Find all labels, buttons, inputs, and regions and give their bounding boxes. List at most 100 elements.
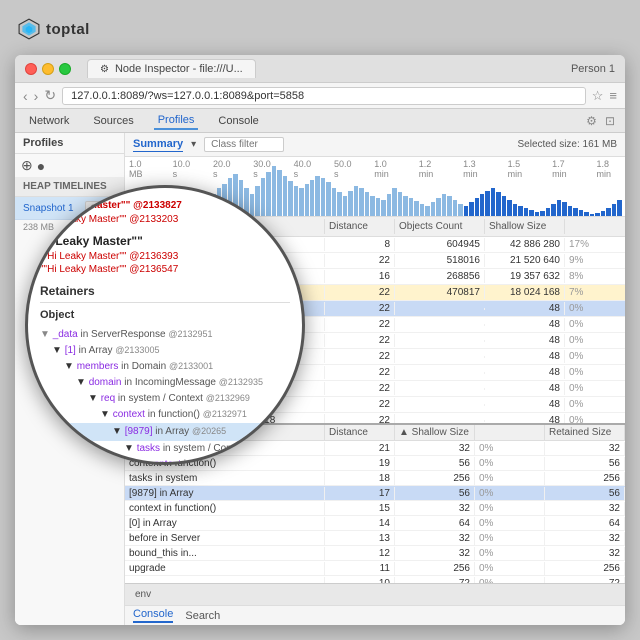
reload-button[interactable]: ↻	[44, 87, 56, 104]
timeline-size-label: 1.0 MB	[129, 159, 153, 179]
timeline-bar-40	[348, 191, 352, 216]
forward-button[interactable]: ›	[34, 88, 39, 104]
timeline-bar-42	[359, 188, 363, 216]
magnifier-overlay: "Hi Leaky Master"" @2133827 ""Hi Leaky M…	[25, 185, 305, 465]
bth-distance[interactable]: Distance	[325, 425, 395, 440]
timeline-bar-88	[612, 204, 616, 216]
nav-sources[interactable]: Sources	[89, 113, 137, 129]
timeline-bar-71	[518, 206, 522, 216]
bottom-row[interactable]: [9879] in Array 17 56 0% 56 0%	[125, 486, 625, 501]
bottom-row[interactable]: bound_this in... 12 32 0% 32 0%	[125, 546, 625, 561]
devtools-nav: Network Sources Profiles Console ⚙ ⊡	[15, 109, 625, 133]
timeline-bar-82	[579, 210, 583, 216]
dropdown-arrow-icon[interactable]: ▾	[191, 139, 196, 150]
timeline-bar-26	[272, 166, 276, 216]
timeline-bar-33	[310, 180, 314, 216]
console-tab[interactable]: Console	[133, 608, 173, 623]
object-header: Object	[40, 309, 290, 321]
settings-icon[interactable]: ⚙	[586, 114, 597, 128]
nav-network[interactable]: Network	[25, 113, 73, 129]
nav-console[interactable]: Console	[214, 113, 262, 129]
title-bar: ⚙ Node Inspector - file:///U... Person 1	[15, 55, 625, 83]
bottom-row[interactable]: upgrade 11 256 0% 256 0%	[125, 561, 625, 576]
address-bar: ‹ › ↻ ☆ ≡	[15, 83, 625, 109]
menu-icon: ≡	[609, 88, 617, 103]
timeline-bar-23	[255, 186, 259, 216]
timeline-bar-83	[584, 212, 588, 216]
summary-button[interactable]: Summary	[133, 138, 183, 152]
devtools-right-icons: ⚙ ⊡	[586, 114, 615, 128]
bth-retained[interactable]: Retained Size	[545, 425, 625, 440]
timeline-bar-80	[568, 206, 572, 216]
timeline-bar-63	[475, 198, 479, 216]
timeline-bar-54	[425, 206, 429, 216]
timeline-bar-48	[392, 188, 396, 216]
th-objects-count[interactable]: Objects Count	[395, 219, 485, 234]
th-shallow-size[interactable]: Shallow Size	[485, 219, 565, 234]
nav-profiles[interactable]: Profiles	[154, 112, 199, 130]
window-controls	[25, 63, 71, 75]
console-bar: Console Search	[125, 605, 625, 625]
tab-icon: ⚙	[100, 64, 109, 75]
timeline-bar-86	[601, 211, 605, 216]
timeline-bar-72	[524, 208, 528, 216]
timeline-bar-62	[469, 202, 473, 216]
snapshot-label: Snapshot 1	[23, 203, 81, 214]
maximize-button[interactable]	[59, 63, 71, 75]
tree-line-3: ▼ members in Domain @2133001	[40, 359, 290, 375]
timeline-bar-67	[496, 192, 500, 216]
timeline-bar-32	[305, 184, 309, 216]
close-button[interactable]	[25, 63, 37, 75]
timeline-bar-44	[370, 196, 374, 216]
bottom-row[interactable]: [0] in Array 14 64 0% 64 0%	[125, 516, 625, 531]
timeline-bar-66	[491, 188, 495, 216]
tree-line-5: ▼ req in system / Context @2132969	[40, 391, 290, 407]
add-profile-icon[interactable]: ⊕	[21, 157, 33, 174]
timeline-bar-24	[261, 178, 265, 216]
stop-icon[interactable]: ●	[37, 158, 45, 174]
timeline-bar-22	[250, 194, 254, 216]
timeline-bar-34	[315, 176, 319, 216]
timeline-bar-38	[337, 192, 341, 216]
sidebar-toolbar: ⊕ ●	[15, 154, 124, 177]
timeline-bar-73	[529, 210, 533, 216]
selected-size: Selected size: 161 MB	[518, 139, 618, 150]
tab-bar: ⚙ Node Inspector - file:///U...	[87, 59, 563, 78]
bookmark-icon: ☆	[592, 88, 604, 104]
timeline-bar-75	[540, 211, 544, 216]
bottom-row[interactable]: ... 10 72 0% 72 0%	[125, 576, 625, 583]
bottom-row[interactable]: before in Server 13 32 0% 32 0%	[125, 531, 625, 546]
timeline-bar-45	[376, 198, 380, 216]
timeline-bar-53	[420, 204, 424, 216]
timeline-bar-57	[442, 194, 446, 216]
bth-shallow[interactable]: ▲ Shallow Size	[395, 425, 475, 440]
mag-big-text-1: Hi Leaky Master""	[40, 232, 290, 250]
back-button[interactable]: ‹	[23, 88, 28, 104]
timeline-bar-87	[606, 208, 610, 216]
timeline-bar-36	[326, 182, 330, 216]
url-input[interactable]	[62, 87, 586, 105]
timeline-bar-37	[332, 188, 336, 216]
bottom-row[interactable]: context in function() 15 32 0% 32 0%	[125, 501, 625, 516]
search-tab[interactable]: Search	[185, 610, 220, 622]
timeline-bar-76	[546, 208, 550, 216]
toptal-icon	[18, 18, 40, 40]
bth-shallow-pct	[475, 425, 545, 440]
bottom-row[interactable]: tasks in system 18 256 0% 256 0%	[125, 471, 625, 486]
class-filter-input[interactable]	[204, 137, 284, 152]
browser-tab[interactable]: ⚙ Node Inspector - file:///U...	[87, 59, 256, 78]
profiles-sidebar-header: Profiles	[15, 133, 124, 154]
tree-line-6: ▼ context in function() @2132971	[40, 407, 290, 423]
toptal-text: toptal	[46, 21, 90, 38]
bottom-table-body: context in function() 21 32 0% 32 0% con…	[125, 441, 625, 583]
timeline-bar-60	[458, 204, 462, 216]
timeline-bar-68	[502, 196, 506, 216]
minimize-button[interactable]	[42, 63, 54, 75]
th-distance[interactable]: Distance	[325, 219, 395, 234]
dock-icon[interactable]: ⊡	[605, 114, 615, 128]
timeline-bar-84	[590, 214, 594, 216]
timeline-bar-69	[507, 200, 511, 216]
timeline-bar-59	[453, 200, 457, 216]
timeline-bar-28	[283, 176, 287, 216]
timeline-bar-51	[409, 198, 413, 216]
